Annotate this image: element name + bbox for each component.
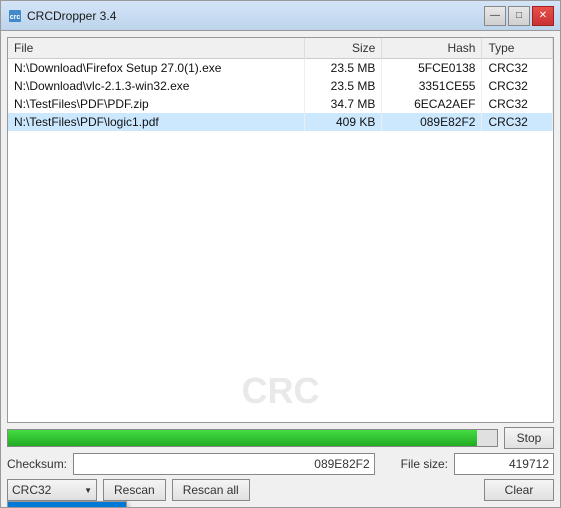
progress-row: Stop <box>7 427 554 449</box>
action-row: CRC32 ▼ CRC32MD2MD4MD5SHA1SHA256SHA384SH… <box>7 479 554 501</box>
table-row[interactable]: N:\TestFiles\PDF\logic1.pdf 409 KB 089E8… <box>8 113 553 131</box>
cell-type: CRC32 <box>482 95 553 113</box>
app-icon: crc <box>7 8 23 24</box>
title-bar: crc CRCDropper 3.4 — □ ✕ <box>1 1 560 31</box>
main-window: crc CRCDropper 3.4 — □ ✕ File Size Hash … <box>0 0 561 508</box>
minimize-button[interactable]: — <box>484 6 506 26</box>
stop-button[interactable]: Stop <box>504 427 554 449</box>
svg-text:crc: crc <box>10 14 21 21</box>
cell-file: N:\TestFiles\PDF\logic1.pdf <box>8 113 304 131</box>
cell-size: 34.7 MB <box>304 95 382 113</box>
dropdown-selected-label: CRC32 <box>12 483 51 497</box>
dropdown-option[interactable]: CRC32 <box>8 502 126 507</box>
table-row[interactable]: N:\Download\vlc-2.1.3-win32.exe 23.5 MB … <box>8 77 553 95</box>
checksum-row: Checksum: File size: <box>7 453 554 475</box>
file-table: File Size Hash Type N:\Download\Firefox … <box>8 38 553 131</box>
table-row[interactable]: N:\Download\Firefox Setup 27.0(1).exe 23… <box>8 59 553 78</box>
window-content: File Size Hash Type N:\Download\Firefox … <box>1 31 560 507</box>
close-button[interactable]: ✕ <box>532 6 554 26</box>
checksum-input[interactable] <box>73 453 375 475</box>
progress-bar-container <box>7 429 498 447</box>
cell-type: CRC32 <box>482 59 553 78</box>
cell-size: 409 KB <box>304 113 382 131</box>
col-header-hash: Hash <box>382 38 482 59</box>
cell-size: 23.5 MB <box>304 77 382 95</box>
table-row[interactable]: N:\TestFiles\PDF\PDF.zip 34.7 MB 6ECA2AE… <box>8 95 553 113</box>
cell-type: CRC32 <box>482 113 553 131</box>
title-bar-left: crc CRCDropper 3.4 <box>7 8 116 24</box>
cell-type: CRC32 <box>482 77 553 95</box>
cell-hash: 089E82F2 <box>382 113 482 131</box>
cell-hash: 6ECA2AEF <box>382 95 482 113</box>
algorithm-dropdown-container: CRC32 ▼ CRC32MD2MD4MD5SHA1SHA256SHA384SH… <box>7 479 97 501</box>
cell-file: N:\Download\vlc-2.1.3-win32.exe <box>8 77 304 95</box>
cell-file: N:\Download\Firefox Setup 27.0(1).exe <box>8 59 304 78</box>
cell-size: 23.5 MB <box>304 59 382 78</box>
filesize-input[interactable] <box>454 453 554 475</box>
progress-bar-fill <box>8 430 477 446</box>
clear-button[interactable]: Clear <box>484 479 554 501</box>
filesize-label: File size: <box>401 457 448 471</box>
algorithm-dropdown[interactable]: CRC32 ▼ <box>7 479 97 501</box>
maximize-button[interactable]: □ <box>508 6 530 26</box>
watermark: CRC <box>242 370 320 412</box>
algorithm-dropdown-list: CRC32MD2MD4MD5SHA1SHA256SHA384SHA512CRC1… <box>7 501 127 507</box>
col-header-type: Type <box>482 38 553 59</box>
rescan-button[interactable]: Rescan <box>103 479 166 501</box>
rescan-all-button[interactable]: Rescan all <box>172 479 250 501</box>
title-buttons: — □ ✕ <box>484 6 554 26</box>
col-header-size: Size <box>304 38 382 59</box>
file-table-container: File Size Hash Type N:\Download\Firefox … <box>7 37 554 423</box>
cell-file: N:\TestFiles\PDF\PDF.zip <box>8 95 304 113</box>
col-header-file: File <box>8 38 304 59</box>
checksum-label: Checksum: <box>7 457 67 471</box>
window-title: CRCDropper 3.4 <box>27 9 116 23</box>
table-header-row: File Size Hash Type <box>8 38 553 59</box>
cell-hash: 3351CE55 <box>382 77 482 95</box>
chevron-down-icon: ▼ <box>84 486 92 495</box>
cell-hash: 5FCE0138 <box>382 59 482 78</box>
